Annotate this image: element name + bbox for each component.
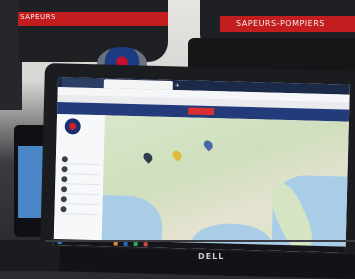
laptop-hinge [45, 240, 355, 242]
sidebar-row[interactable] [61, 176, 100, 186]
avatar [60, 186, 68, 193]
tablet-screen [18, 146, 44, 218]
avatar [60, 196, 67, 203]
sidebar-row[interactable] [61, 156, 100, 166]
avatar [61, 176, 68, 183]
avatar [61, 166, 68, 173]
map-marker-icon[interactable] [141, 151, 155, 164]
sidebar [53, 113, 107, 241]
taskbar-app-icon[interactable] [143, 242, 148, 247]
uniform-text-right: SAPEURS-POMPIERS [236, 19, 325, 28]
laptop-screen: + [53, 77, 350, 253]
map-view[interactable] [101, 115, 349, 247]
map-sea [101, 194, 163, 247]
uniform-text-left: SAPEURS [20, 13, 56, 21]
sidebar-row[interactable] [60, 206, 99, 216]
avatar [60, 206, 67, 213]
new-tab-button[interactable]: + [172, 81, 183, 90]
alert-button[interactable] [188, 107, 215, 116]
map-marker-icon[interactable] [201, 138, 215, 152]
map-marker-icon[interactable] [170, 148, 184, 162]
laptop-brand-logo: DELL [198, 252, 225, 261]
taskbar-app-icon[interactable] [123, 241, 128, 246]
sidebar-row[interactable] [60, 196, 99, 206]
uniform-left [18, 0, 168, 62]
taskbar-app-icon[interactable] [113, 241, 118, 246]
sidebar-row[interactable] [60, 186, 100, 196]
taskbar-app-icon[interactable] [133, 242, 138, 247]
sidebar-row[interactable] [61, 166, 100, 176]
avatar [61, 156, 68, 163]
